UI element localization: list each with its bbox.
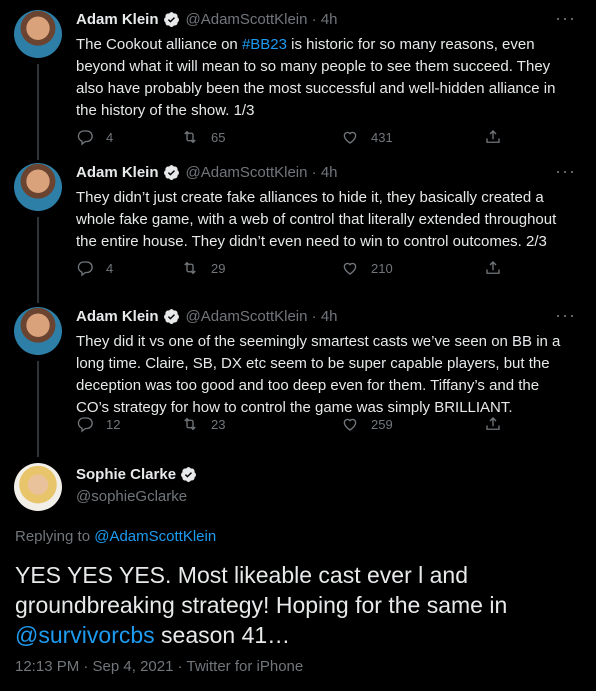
like-count: 210 — [371, 260, 393, 276]
avatar[interactable] — [14, 10, 62, 58]
avatar[interactable] — [14, 163, 62, 211]
like-icon — [343, 131, 357, 144]
retweet-count: 23 — [211, 416, 226, 432]
more-icon[interactable]: ··· — [555, 8, 576, 29]
author-name[interactable]: Adam Klein — [76, 164, 159, 181]
reply-icon — [77, 261, 93, 277]
verified-badge-icon — [163, 309, 179, 324]
separator: · — [307, 11, 321, 28]
reply-button[interactable]: 4 — [76, 259, 113, 277]
timestamp[interactable]: 4h — [321, 11, 338, 28]
replying-label: Replying to — [15, 528, 95, 545]
author-handle[interactable]: @AdamScottKlein — [186, 164, 308, 181]
replying-to: Replying to @AdamScottKlein — [15, 528, 216, 545]
like-count: 431 — [371, 129, 393, 145]
tweet-meta[interactable]: 12:13 PM · Sep 4, 2021 · Twitter for iPh… — [15, 658, 303, 675]
reply-icon — [77, 417, 93, 433]
replying-to-link[interactable]: @AdamScottKlein — [94, 528, 216, 545]
more-icon[interactable]: ··· — [555, 161, 576, 182]
retweet-icon — [184, 261, 196, 275]
tweet-3[interactable]: Adam Klein @AdamScottKlein · 4h ··· They… — [0, 297, 596, 457]
like-icon — [343, 262, 357, 275]
separator: · — [307, 308, 321, 325]
action-bar: 12 23 259 — [76, 415, 506, 435]
more-icon[interactable]: ··· — [555, 305, 576, 326]
author-handle[interactable]: @AdamScottKlein — [186, 11, 308, 28]
share-icon — [486, 417, 500, 430]
tweet-header: Sophie Clarke — [76, 466, 203, 483]
tweet-header: Adam Klein @AdamScottKlein · 4h — [76, 11, 338, 28]
author-name[interactable]: Adam Klein — [76, 11, 159, 28]
tweet-text-part: season 41… — [154, 622, 291, 648]
thread-line — [37, 64, 39, 160]
mention-link[interactable]: @survivorcbs — [15, 622, 155, 648]
separator: · — [307, 164, 321, 181]
author-name[interactable]: Sophie Clarke — [76, 466, 176, 483]
tweet-header: Adam Klein @AdamScottKlein · 4h — [76, 164, 338, 181]
main-tweet[interactable]: Sophie Clarke @sophieGclarke Replying to… — [0, 453, 596, 691]
retweet-icon — [184, 417, 196, 431]
tweet-text: They didn’t just create fake alliances t… — [76, 189, 557, 250]
share-icon — [486, 130, 500, 143]
share-icon — [486, 261, 500, 274]
tweet-1[interactable]: Adam Klein @AdamScottKlein · 4h ··· The … — [0, 0, 596, 160]
reply-count: 4 — [106, 129, 114, 145]
like-button[interactable]: 431 — [341, 128, 393, 146]
retweet-button[interactable]: 65 — [181, 128, 225, 146]
verified-badge-icon — [163, 12, 179, 27]
share-button[interactable] — [484, 128, 514, 146]
timestamp[interactable]: 4h — [321, 164, 338, 181]
tweet-text: They did it vs one of the seemingly smar… — [76, 333, 561, 416]
share-button[interactable] — [484, 259, 514, 277]
like-icon — [343, 418, 357, 431]
author-handle[interactable]: @sophieGclarke — [76, 488, 187, 505]
hashtag-link[interactable]: #BB23 — [242, 36, 287, 53]
reply-button[interactable]: 12 — [76, 415, 120, 433]
tweet-text: The Cookout alliance on #BB23 is histori… — [76, 34, 576, 122]
retweet-button[interactable]: 29 — [181, 259, 225, 277]
tweet-text-part: The Cookout alliance on — [76, 36, 242, 53]
reply-icon — [77, 130, 93, 146]
avatar[interactable] — [14, 307, 62, 355]
main-tweet-text: YES YES YES. Most likeable cast ever l a… — [15, 560, 585, 650]
retweet-count: 65 — [211, 129, 226, 145]
reply-button[interactable]: 4 — [76, 128, 113, 146]
verified-badge-icon — [181, 467, 196, 482]
reply-count: 4 — [106, 260, 114, 276]
tweet-text-part: YES YES YES. Most likeable cast ever l a… — [15, 562, 508, 618]
like-count: 259 — [371, 416, 393, 432]
retweet-count: 29 — [211, 260, 226, 276]
thread-line — [37, 361, 39, 457]
retweet-button[interactable]: 23 — [181, 415, 225, 433]
author-handle[interactable]: @AdamScottKlein — [186, 308, 308, 325]
verified-badge-icon — [163, 165, 179, 180]
avatar[interactable] — [14, 463, 62, 511]
share-button[interactable] — [484, 415, 514, 433]
retweet-icon — [184, 130, 196, 144]
tweet-2[interactable]: Adam Klein @AdamScottKlein · 4h ··· They… — [0, 153, 596, 303]
timestamp[interactable]: 4h — [321, 308, 338, 325]
reply-count: 12 — [106, 416, 121, 432]
like-button[interactable]: 259 — [341, 415, 393, 433]
tweet-header: Adam Klein @AdamScottKlein · 4h — [76, 308, 338, 325]
author-name[interactable]: Adam Klein — [76, 308, 159, 325]
like-button[interactable]: 210 — [341, 259, 393, 277]
thread-line — [37, 217, 39, 303]
action-bar: 4 65 431 — [76, 128, 506, 148]
action-bar: 4 29 210 — [76, 259, 506, 279]
